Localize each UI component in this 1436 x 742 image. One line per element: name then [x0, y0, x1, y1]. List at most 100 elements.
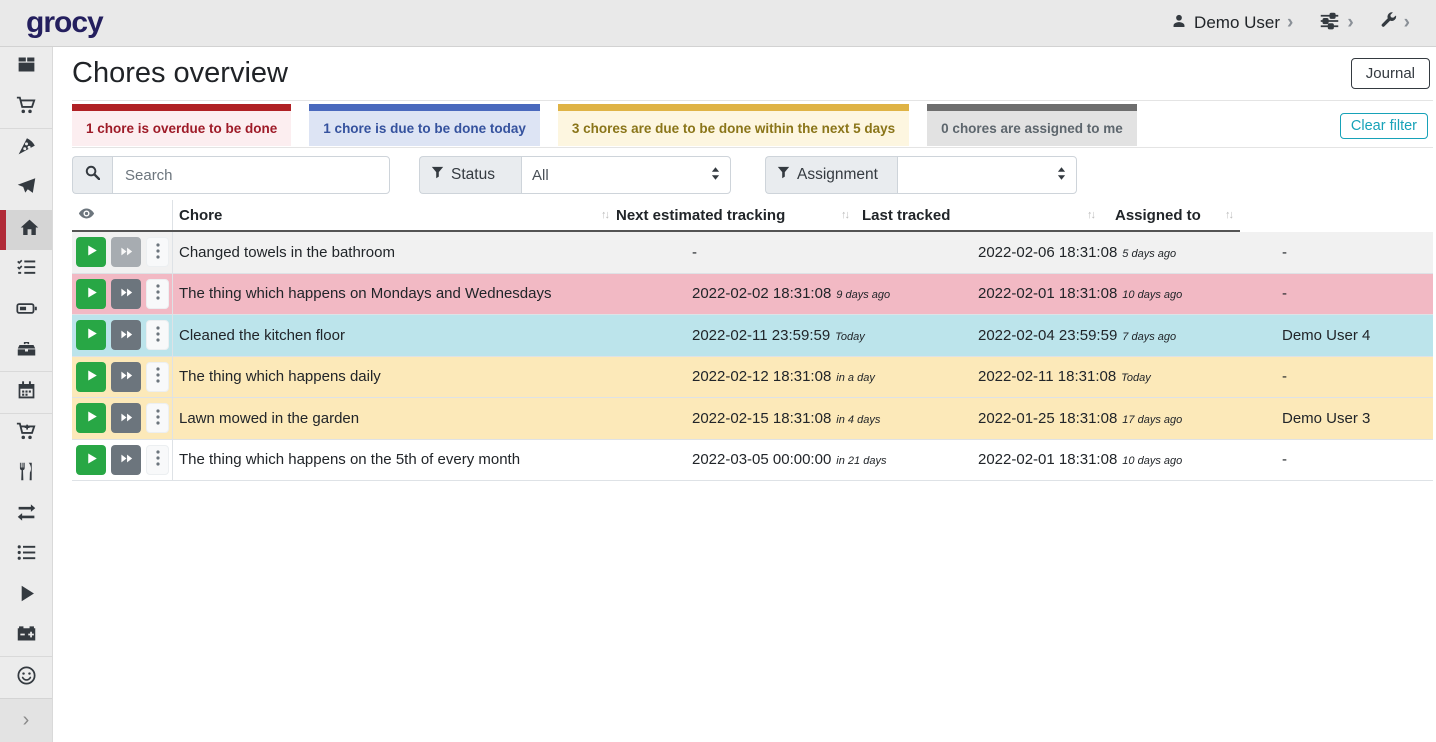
next-tracking-time: -: [692, 244, 697, 261]
column-header-last-tracked[interactable]: Last tracked↑↓: [856, 200, 1102, 230]
sidebar-item-calendar[interactable]: [0, 372, 52, 412]
play-icon: [85, 410, 98, 426]
last-tracked-relative: 5 days ago: [1122, 248, 1176, 260]
search-icon-box: [72, 156, 112, 194]
sidebar-item-meal-plan[interactable]: [0, 169, 52, 209]
next-tracking-relative: in 21 days: [836, 455, 886, 467]
filter-cards-row: 1 chore is overdue to be done 1 chore is …: [72, 101, 1433, 147]
track-chore-execution-button[interactable]: [76, 320, 106, 350]
column-header-next-tracking[interactable]: Next estimated tracking↑↓: [616, 200, 856, 230]
row-menu-button[interactable]: [146, 320, 169, 350]
shopping-cart-icon: [16, 95, 37, 121]
next-tracking-time: 2022-03-05 00:00:00: [692, 451, 831, 468]
track-chore-execution-button[interactable]: [76, 445, 106, 475]
sidebar-item-transfer[interactable]: [0, 495, 52, 535]
status-select-value: All: [532, 167, 549, 184]
chevron-right-icon: ›: [1347, 13, 1353, 32]
sidebar-item-purchase[interactable]: [0, 414, 52, 454]
sidebar-item-stock[interactable]: [0, 47, 52, 87]
last-tracked-relative: 7 days ago: [1122, 331, 1176, 343]
filter-card[interactable]: 1 chore is due to be done today: [309, 104, 540, 146]
skip-next-chore-button[interactable]: [111, 445, 141, 475]
user-menu-label: Demo User: [1194, 13, 1280, 33]
track-chore-execution-button[interactable]: [76, 279, 106, 309]
sidebar-item-consume[interactable]: [0, 454, 52, 494]
row-menu-button[interactable]: [146, 362, 169, 392]
chore-name: The thing which happens daily: [173, 368, 692, 385]
table-row: The thing which happens on Mondays and W…: [72, 274, 1433, 316]
column-visibility-toggle[interactable]: [72, 200, 173, 230]
sort-icon: ↑↓: [1087, 209, 1094, 221]
next-tracking-relative: Today: [835, 331, 865, 343]
last-tracked-time: 2022-02-01 18:31:08: [978, 451, 1117, 468]
sidebar-item-chores[interactable]: [0, 210, 52, 250]
row-menu-button[interactable]: [146, 237, 169, 267]
transfer-icon: [16, 502, 37, 528]
app-logo[interactable]: grocy: [26, 6, 103, 40]
assigned-to-value: -: [1282, 451, 1433, 468]
sidebar-collapse-button[interactable]: ›: [0, 698, 52, 742]
tasks-icon: [16, 257, 37, 283]
sidebar-item-recipes[interactable]: [0, 129, 52, 169]
assignment-select[interactable]: [897, 156, 1077, 194]
table-row: Lawn mowed in the garden 2022-02-15 18:3…: [72, 398, 1433, 440]
settings-menu[interactable]: ›: [1319, 12, 1353, 35]
chore-name: Cleaned the kitchen floor: [173, 327, 692, 344]
journal-button[interactable]: Journal: [1351, 58, 1430, 89]
skip-next-chore-button[interactable]: [111, 279, 141, 309]
vertical-ellipsis-icon: [156, 326, 160, 345]
track-chore-execution-button[interactable]: [76, 362, 106, 392]
sidebar-item-equipment[interactable]: [0, 331, 52, 371]
assigned-to-value: Demo User 3: [1282, 410, 1433, 427]
filter-card[interactable]: 3 chores are due to be done within the n…: [558, 104, 909, 146]
sidebar-item-shopping-list[interactable]: [0, 87, 52, 127]
sidebar-item-batteries[interactable]: [0, 291, 52, 331]
search-input[interactable]: [112, 156, 390, 194]
user-menu[interactable]: Demo User ›: [1171, 13, 1293, 34]
stock-box-icon: [16, 54, 37, 80]
sidebar-item-scan-mode[interactable]: [0, 657, 52, 697]
sidebar-item-inventory[interactable]: [0, 535, 52, 575]
filter-card[interactable]: 1 chore is overdue to be done: [72, 104, 291, 146]
chevron-right-icon: ›: [1287, 13, 1293, 32]
user-icon: [1171, 13, 1187, 34]
vertical-ellipsis-icon: [156, 450, 160, 469]
calendar-icon: [16, 380, 37, 406]
sort-icon: ↑↓: [1225, 209, 1232, 221]
track-chore-execution-button[interactable]: [76, 237, 106, 267]
chore-tracking-play-icon: [16, 583, 37, 609]
sidebar-item-chore-tracking[interactable]: [0, 575, 52, 615]
consume-utensils-icon: [16, 461, 37, 487]
next-tracking-time: 2022-02-15 18:31:08: [692, 410, 831, 427]
column-header-chore[interactable]: Chore↑↓: [173, 200, 616, 230]
sliders-icon: [1319, 12, 1340, 35]
recipes-pizza-icon: [16, 136, 37, 162]
sidebar-item-tasks[interactable]: [0, 250, 52, 290]
sidebar-item-battery-tracking[interactable]: [0, 616, 52, 656]
chore-name: Changed towels in the bathroom: [173, 244, 692, 261]
row-menu-button[interactable]: [146, 403, 169, 433]
chore-name: Lawn mowed in the garden: [173, 410, 692, 427]
last-tracked-relative: Today: [1121, 372, 1151, 384]
meal-plan-paper-plane-icon: [16, 176, 37, 202]
row-menu-button[interactable]: [146, 279, 169, 309]
next-tracking-relative: in 4 days: [836, 414, 880, 426]
skip-next-chore-button[interactable]: [111, 403, 141, 433]
column-header-assigned-to[interactable]: Assigned to↑↓: [1102, 200, 1240, 230]
next-tracking-relative: 9 days ago: [836, 289, 890, 301]
wrench-icon: [1380, 12, 1397, 34]
admin-menu[interactable]: ›: [1380, 12, 1410, 34]
filter-card[interactable]: 0 chores are assigned to me: [927, 104, 1137, 146]
sidebar: ›: [0, 47, 53, 742]
assigned-to-value: -: [1282, 285, 1433, 302]
row-menu-button[interactable]: [146, 445, 169, 475]
last-tracked-time: 2022-02-11 18:31:08: [978, 368, 1116, 385]
clear-filter-button[interactable]: Clear filter: [1340, 113, 1428, 139]
last-tracked-relative: 17 days ago: [1122, 414, 1182, 426]
skip-next-chore-button[interactable]: [111, 320, 141, 350]
skip-next-chore-button[interactable]: [111, 237, 141, 267]
status-select[interactable]: All: [521, 156, 731, 194]
skip-next-chore-button[interactable]: [111, 362, 141, 392]
main-content: Chores overview Journal 1 chore is overd…: [53, 47, 1436, 742]
track-chore-execution-button[interactable]: [76, 403, 106, 433]
